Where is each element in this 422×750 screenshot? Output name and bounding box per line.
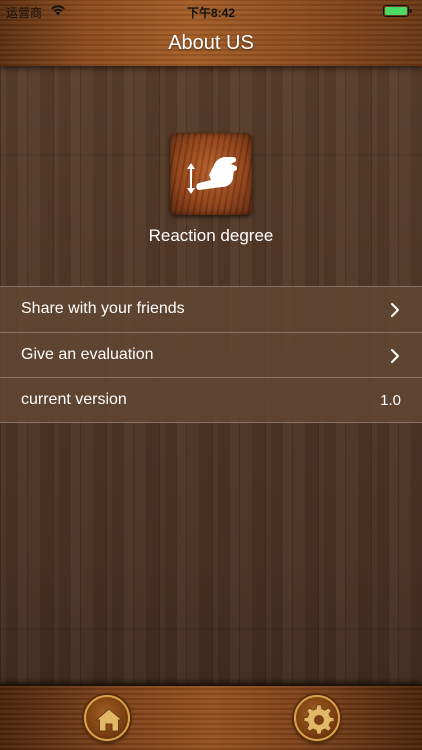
chevron-right-icon	[391, 348, 399, 363]
home-button[interactable]	[84, 695, 130, 741]
status-bar: 运营商 下午8:42	[0, 0, 422, 22]
page-title: About US	[168, 32, 254, 54]
version-row: current version 1.0	[0, 378, 422, 424]
tab-bar	[0, 684, 422, 750]
home-icon	[94, 708, 124, 732]
navigation-header: 运营商 下午8:42 About US	[0, 0, 422, 66]
version-label: current version	[21, 391, 127, 408]
gear-icon	[303, 704, 335, 735]
settings-button[interactable]	[294, 695, 340, 741]
version-value: 1.0	[380, 392, 401, 409]
app-icon	[170, 133, 252, 215]
battery-icon	[383, 5, 412, 17]
share-label: Share with your friends	[21, 300, 185, 317]
evaluation-label: Give an evaluation	[21, 345, 154, 363]
settings-list: Share with your friends Give an evaluati…	[0, 286, 422, 423]
chevron-right-icon	[391, 303, 399, 317]
swipe-hand-icon	[187, 157, 238, 194]
share-row[interactable]: Share with your friends	[0, 287, 422, 333]
app-name: Reaction degree	[148, 226, 274, 245]
status-time: 下午8:42	[186, 6, 236, 20]
evaluation-row[interactable]: Give an evaluation	[0, 333, 422, 378]
